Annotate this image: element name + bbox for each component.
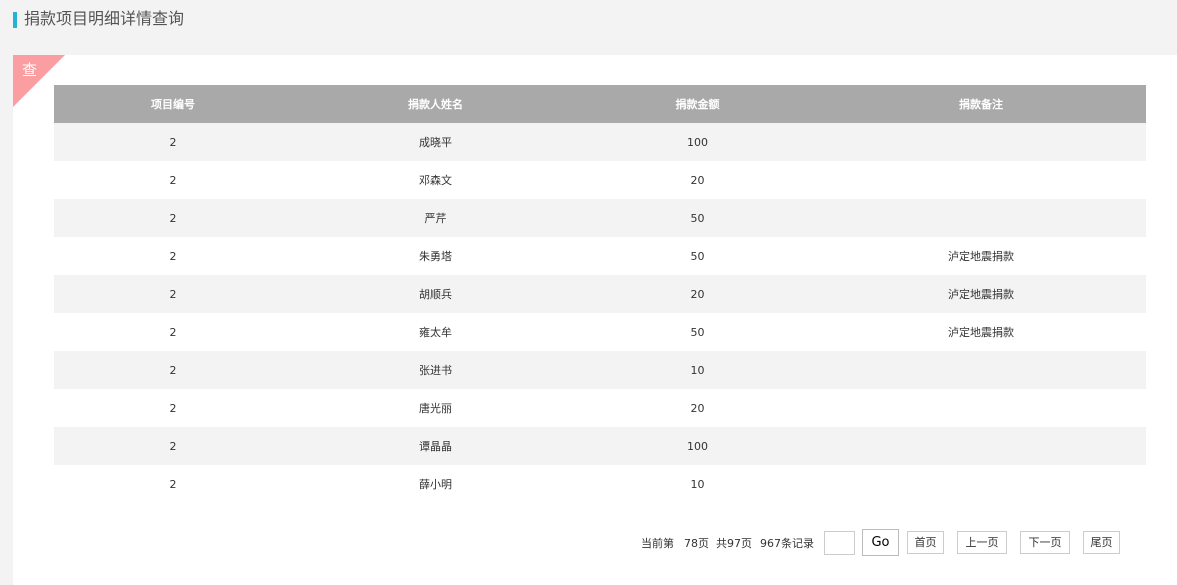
cell-amount: 20	[579, 389, 816, 427]
col-header-project-id: 项目编号	[54, 85, 292, 123]
cell-amount: 50	[579, 313, 816, 351]
pager-current-page: 78页	[684, 537, 709, 550]
table-row: 2 邓森文 20	[54, 161, 1146, 199]
table-row: 2 雍太牟 50 泸定地震捐款	[54, 313, 1146, 351]
pagination: 当前第 78页 共97页 967条记录 Go 首页 上一页 下一页 尾页	[13, 529, 1177, 556]
cell-amount: 10	[579, 465, 816, 503]
corner-label: 查	[22, 61, 38, 79]
cell-amount: 10	[579, 351, 816, 389]
cell-remark	[816, 199, 1146, 237]
content-panel: 查 项目编号 捐款人姓名 捐款金额 捐款备注 2 成晓平 100 2 邓森文 2	[13, 55, 1177, 585]
pager-total-pages: 共97页	[716, 537, 752, 550]
last-page-button[interactable]: 尾页	[1083, 531, 1120, 554]
cell-donor-name: 邓森文	[292, 161, 579, 199]
cell-remark: 泸定地震捐款	[816, 313, 1146, 351]
cell-project-id: 2	[54, 123, 292, 161]
first-page-button[interactable]: 首页	[907, 531, 944, 554]
cell-project-id: 2	[54, 237, 292, 275]
cell-donor-name: 谭晶晶	[292, 427, 579, 465]
table-row: 2 朱勇塔 50 泸定地震捐款	[54, 237, 1146, 275]
cell-donor-name: 成晓平	[292, 123, 579, 161]
cell-remark	[816, 389, 1146, 427]
prev-page-button[interactable]: 上一页	[957, 531, 1007, 554]
pager-total-records: 967条记录	[760, 537, 814, 550]
table-header-row: 项目编号 捐款人姓名 捐款金额 捐款备注	[54, 85, 1146, 123]
pager-current-label: 当前第	[641, 537, 674, 550]
donation-table: 项目编号 捐款人姓名 捐款金额 捐款备注 2 成晓平 100 2 邓森文 20 …	[54, 85, 1146, 503]
table-row: 2 谭晶晶 100	[54, 427, 1146, 465]
next-page-button[interactable]: 下一页	[1020, 531, 1070, 554]
cell-project-id: 2	[54, 465, 292, 503]
table-row: 2 薛小明 10	[54, 465, 1146, 503]
cell-donor-name: 张进书	[292, 351, 579, 389]
cell-remark: 泸定地震捐款	[816, 275, 1146, 313]
cell-project-id: 2	[54, 313, 292, 351]
col-header-remark: 捐款备注	[816, 85, 1146, 123]
table-row: 2 严芹 50	[54, 199, 1146, 237]
cell-remark	[816, 427, 1146, 465]
cell-project-id: 2	[54, 161, 292, 199]
cell-amount: 50	[579, 237, 816, 275]
cell-donor-name: 朱勇塔	[292, 237, 579, 275]
page-jump-input[interactable]	[824, 531, 855, 555]
page-title: 捐款项目明细详情查询	[24, 9, 185, 28]
cell-remark	[816, 351, 1146, 389]
page-header: 捐款项目明细详情查询	[0, 0, 1177, 55]
cell-remark	[816, 123, 1146, 161]
cell-donor-name: 雍太牟	[292, 313, 579, 351]
cell-remark	[816, 161, 1146, 199]
cell-remark: 泸定地震捐款	[816, 237, 1146, 275]
cell-donor-name: 唐光丽	[292, 389, 579, 427]
col-header-amount: 捐款金额	[579, 85, 816, 123]
cell-project-id: 2	[54, 389, 292, 427]
cell-donor-name: 薛小明	[292, 465, 579, 503]
go-button[interactable]: Go	[862, 529, 899, 556]
cell-project-id: 2	[54, 199, 292, 237]
table-row: 2 成晓平 100	[54, 123, 1146, 161]
cell-amount: 100	[579, 427, 816, 465]
col-header-donor-name: 捐款人姓名	[292, 85, 579, 123]
cell-amount: 100	[579, 123, 816, 161]
cell-amount: 20	[579, 161, 816, 199]
title-accent-bar	[13, 12, 17, 28]
cell-project-id: 2	[54, 275, 292, 313]
cell-project-id: 2	[54, 427, 292, 465]
cell-amount: 50	[579, 199, 816, 237]
cell-remark	[816, 465, 1146, 503]
table-row: 2 胡顺兵 20 泸定地震捐款	[54, 275, 1146, 313]
cell-amount: 20	[579, 275, 816, 313]
table-row: 2 张进书 10	[54, 351, 1146, 389]
cell-donor-name: 胡顺兵	[292, 275, 579, 313]
cell-donor-name: 严芹	[292, 199, 579, 237]
cell-project-id: 2	[54, 351, 292, 389]
table-row: 2 唐光丽 20	[54, 389, 1146, 427]
